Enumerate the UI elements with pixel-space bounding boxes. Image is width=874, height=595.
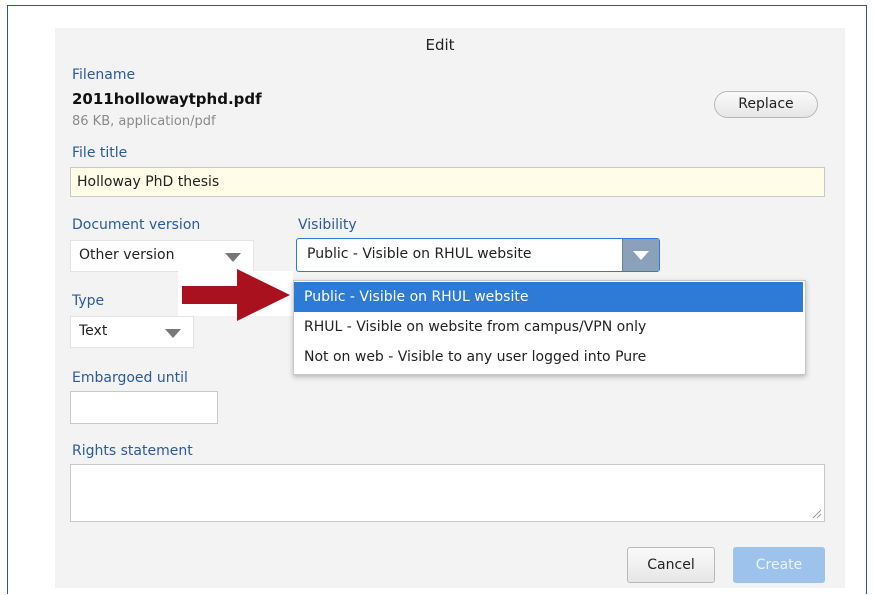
visibility-label: Visibility [298, 217, 357, 233]
rights-statement-label: Rights statement [72, 443, 193, 459]
visibility-option-rhul[interactable]: RHUL - Visible on website from campus/VP… [294, 312, 803, 342]
rights-statement-textarea[interactable] [70, 464, 825, 522]
filename-label: Filename [72, 67, 136, 83]
visibility-option-not-on-web[interactable]: Not on web - Visible to any user logged … [294, 342, 803, 372]
embargoed-date-input[interactable] [70, 391, 218, 424]
replace-button[interactable]: Replace [714, 91, 818, 118]
cancel-button[interactable]: Cancel [627, 547, 715, 583]
visibility-option-public[interactable]: Public - Visible on RHUL website [294, 282, 803, 312]
document-version-select[interactable]: Other version [70, 240, 254, 272]
red-arrow-icon [182, 269, 290, 321]
file-title-label: File title [72, 145, 128, 161]
document-version-value: Other version [79, 247, 175, 263]
visibility-value: Public - Visible on RHUL website [307, 246, 532, 262]
visibility-dropdown-button[interactable] [622, 239, 659, 271]
create-button[interactable]: Create [733, 547, 825, 583]
type-select[interactable]: Text [70, 316, 194, 348]
file-meta: 86 KB, application/pdf [72, 114, 216, 129]
embargoed-label: Embargoed until [72, 370, 188, 386]
dialog-title: Edit [425, 36, 455, 54]
document-version-label: Document version [72, 217, 201, 233]
file-title-input[interactable]: Holloway PhD thesis [70, 167, 825, 197]
chevron-down-icon [225, 253, 241, 262]
type-label: Type [72, 293, 105, 309]
visibility-dropdown-list: Public - Visible on RHUL website RHUL - … [293, 280, 806, 375]
chevron-down-icon [165, 329, 181, 338]
filename-value: 2011hollowaytphd.pdf [72, 90, 262, 108]
chevron-down-icon [633, 251, 649, 260]
resize-handle-icon[interactable] [812, 509, 822, 519]
type-value: Text [79, 323, 108, 339]
visibility-select[interactable]: Public - Visible on RHUL website [296, 238, 660, 272]
